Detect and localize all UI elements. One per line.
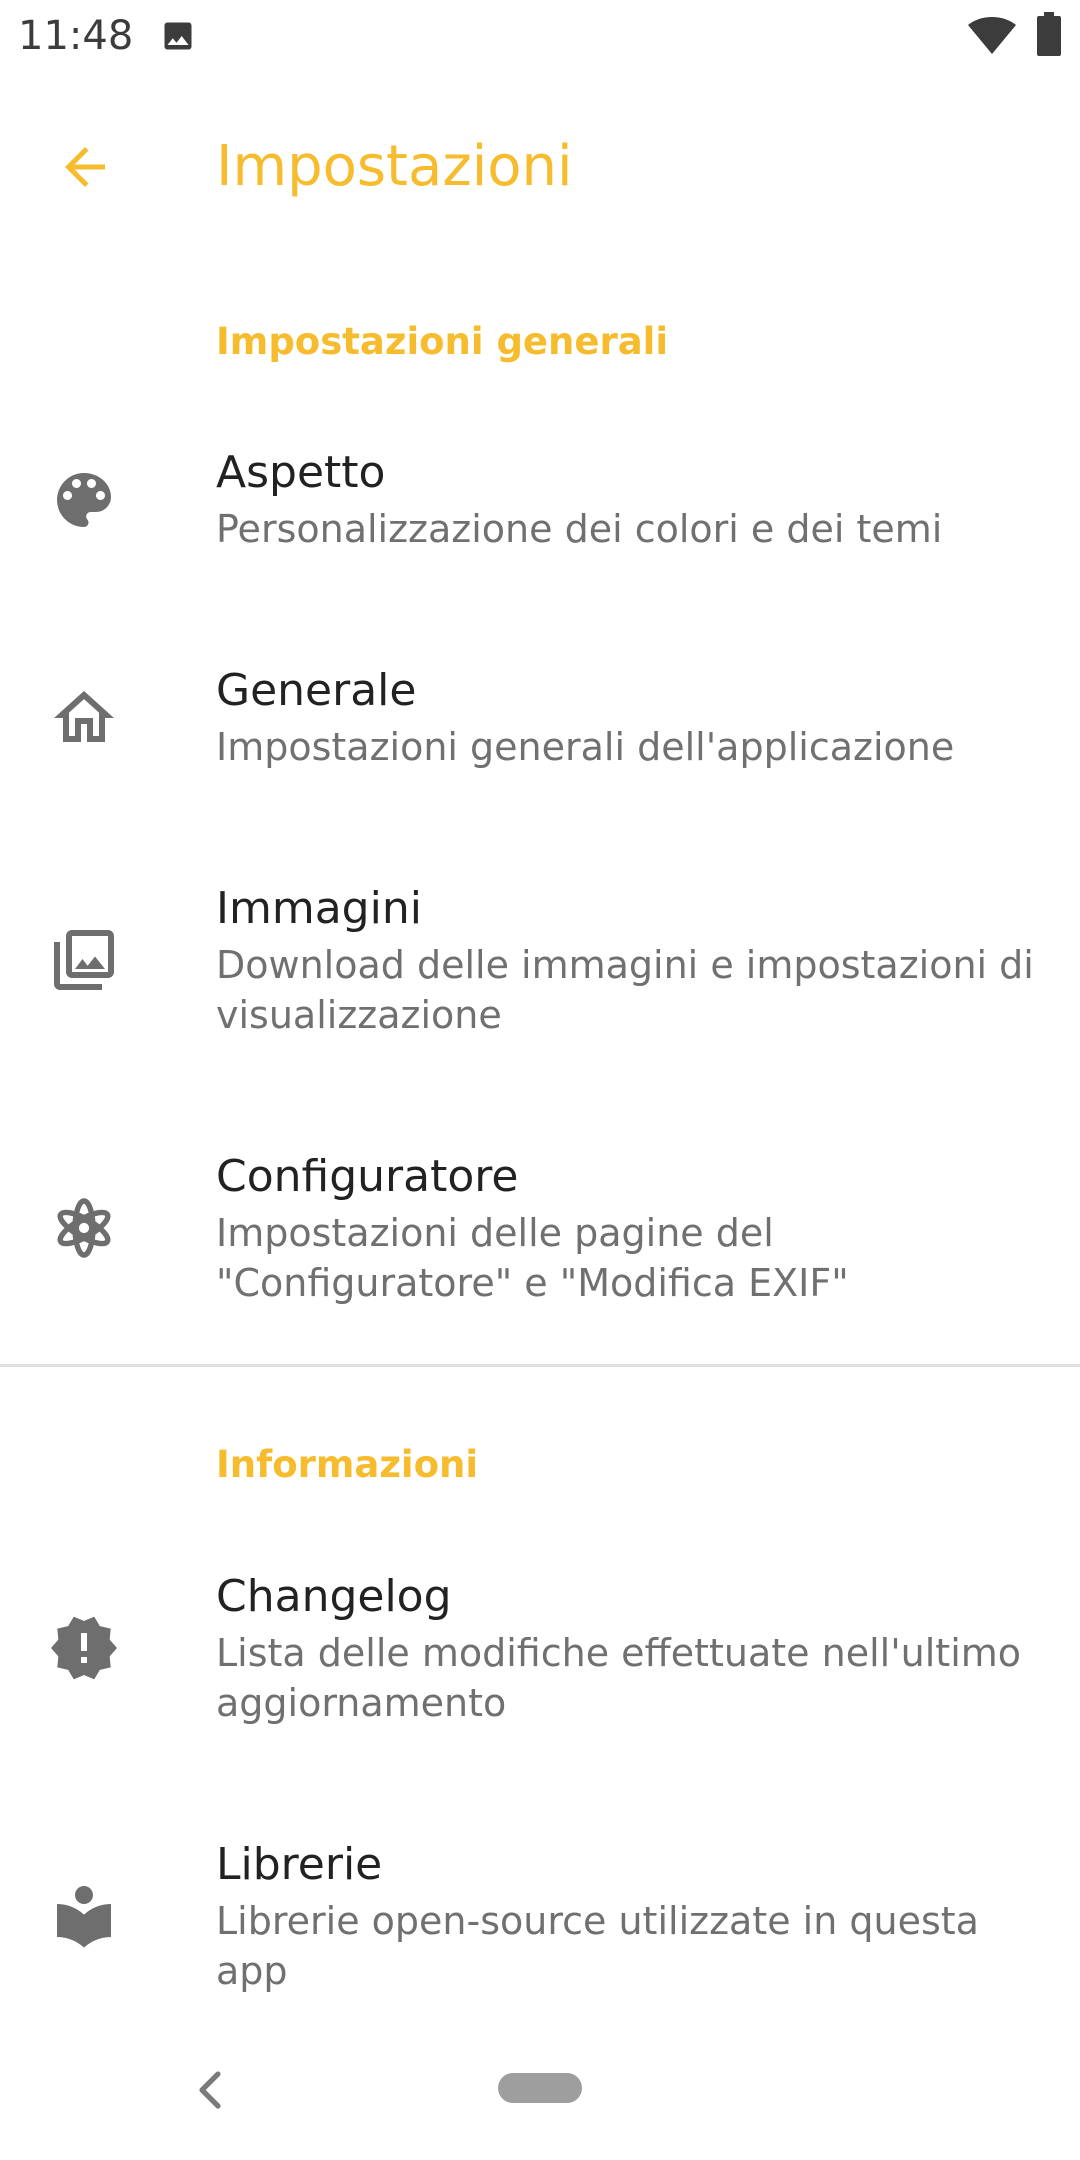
settings-item-title: Immagini [216, 883, 422, 934]
palette-icon [57, 473, 111, 527]
flower-icon [57, 1198, 111, 1258]
settings-item-summary: Impostazioni generali dell'applicazione [216, 725, 955, 769]
settings-item-images[interactable]: Immagini Download delle immagini e impos… [0, 854, 1080, 1104]
image-notification-icon [164, 22, 192, 50]
settings-item-configurator[interactable]: Configuratore Impostazioni delle pagine … [0, 1122, 1080, 1358]
settings-item-summary: Download delle immagini e impostazioni d… [216, 943, 1034, 1037]
settings-item-summary: Librerie open-source utilizzate in quest… [216, 1899, 979, 1993]
settings-item-text: Aspetto Personalizzazione dei colori e d… [216, 444, 1036, 554]
settings-item-title: Librerie [216, 1839, 383, 1890]
app-bar: Impostazioni [0, 72, 1080, 242]
settings-item-text: Configuratore Impostazioni delle pagine … [216, 1148, 1036, 1308]
settings-item-summary: Personalizzazione dei colori e dei temi [216, 507, 943, 551]
photo-library-icon [54, 930, 114, 990]
battery-icon [1037, 12, 1061, 56]
section-header-info: Informazioni [216, 1443, 479, 1486]
settings-item-appearance[interactable]: Aspetto Personalizzazione dei colori e d… [0, 418, 1080, 618]
settings-item-text: Immagini Download delle immagini e impos… [216, 880, 1036, 1040]
local-library-icon [57, 1886, 111, 1948]
section-divider [0, 1364, 1080, 1367]
nav-home-pill[interactable] [498, 2073, 582, 2103]
settings-item-title: Changelog [216, 1571, 452, 1622]
home-icon [54, 691, 114, 742]
settings-item-text: Generale Impostazioni generali dell'appl… [216, 662, 1036, 772]
settings-item-title: Generale [216, 665, 417, 716]
nav-back-icon[interactable] [190, 2066, 230, 2114]
section-header-general: Impostazioni generali [216, 320, 669, 363]
wifi-icon [968, 17, 1016, 54]
status-bar: 11:48 [0, 0, 1080, 72]
settings-item-text: Changelog Lista delle modifiche effettua… [216, 1568, 1036, 1728]
arrow-back-icon [65, 147, 105, 187]
settings-screen: 11:48 Impostazioni Impostazioni generali… [0, 0, 1080, 2160]
settings-item-text: Librerie Librerie open-source utilizzate… [216, 1836, 1036, 1996]
settings-item-libraries[interactable]: Librerie Librerie open-source utilizzate… [0, 1810, 1080, 2046]
settings-item-title: Aspetto [216, 447, 386, 498]
settings-item-general[interactable]: Generale Impostazioni generali dell'appl… [0, 636, 1080, 836]
back-button[interactable] [40, 122, 130, 212]
settings-item-title: Configuratore [216, 1151, 519, 1202]
page-title: Impostazioni [216, 134, 573, 199]
settings-item-summary: Impostazioni delle pagine del "Configura… [216, 1211, 849, 1305]
settings-item-changelog[interactable]: Changelog Lista delle modifiche effettua… [0, 1542, 1080, 1792]
status-time: 11:48 [18, 13, 134, 59]
settings-item-summary: Lista delle modifiche effettuate nell'ul… [216, 1631, 1022, 1725]
new-releases-icon [51, 1616, 117, 1680]
